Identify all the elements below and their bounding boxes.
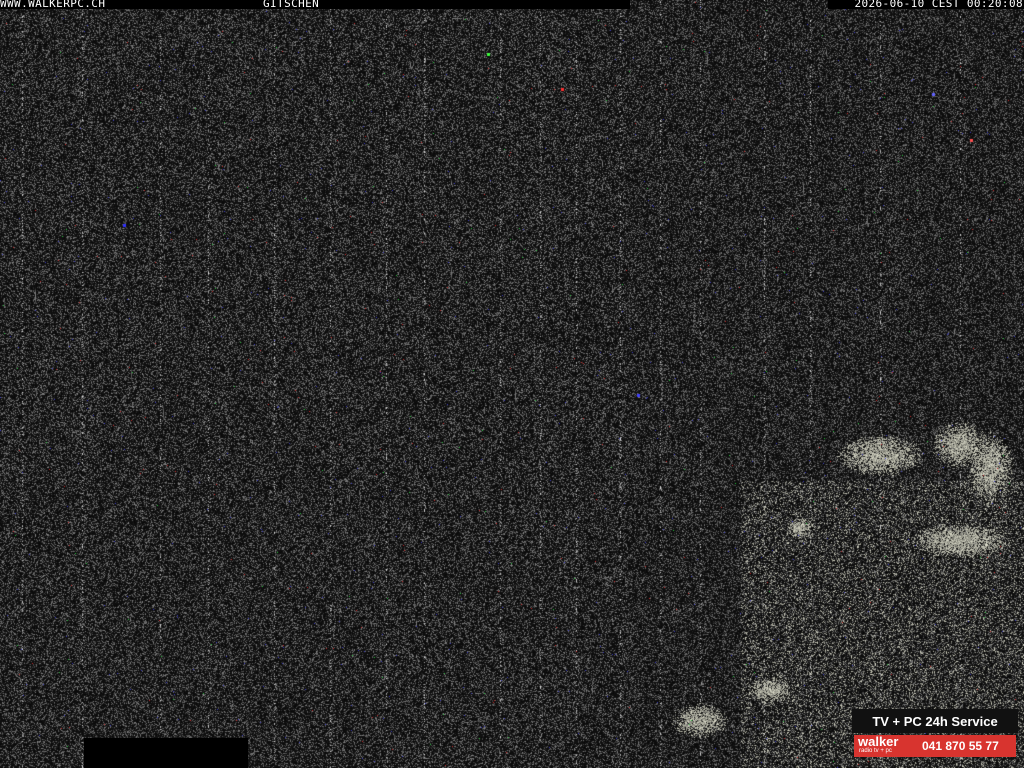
masked-region [84, 738, 248, 768]
sponsor-contact-bar: walker radio tv + pc 041 870 55 77 [854, 735, 1016, 757]
webcam-frame: WWW.WALKERPC.CH GITSCHEN 2026-06-10 CEST… [0, 0, 1024, 768]
night-sky-image [0, 0, 1024, 768]
sponsor-phone: 041 870 55 77 [922, 739, 999, 753]
brand-name: walker [858, 734, 899, 749]
sponsor-slogan: TV + PC 24h Service [872, 713, 998, 729]
walker-logo: walker radio tv + pc [858, 735, 918, 757]
sponsor-slogan-bar: TV + PC 24h Service [852, 709, 1018, 733]
sponsor-banner: TV + PC 24h Service walker radio tv + pc… [852, 709, 1018, 761]
brand-tagline: radio tv + pc [859, 748, 892, 754]
